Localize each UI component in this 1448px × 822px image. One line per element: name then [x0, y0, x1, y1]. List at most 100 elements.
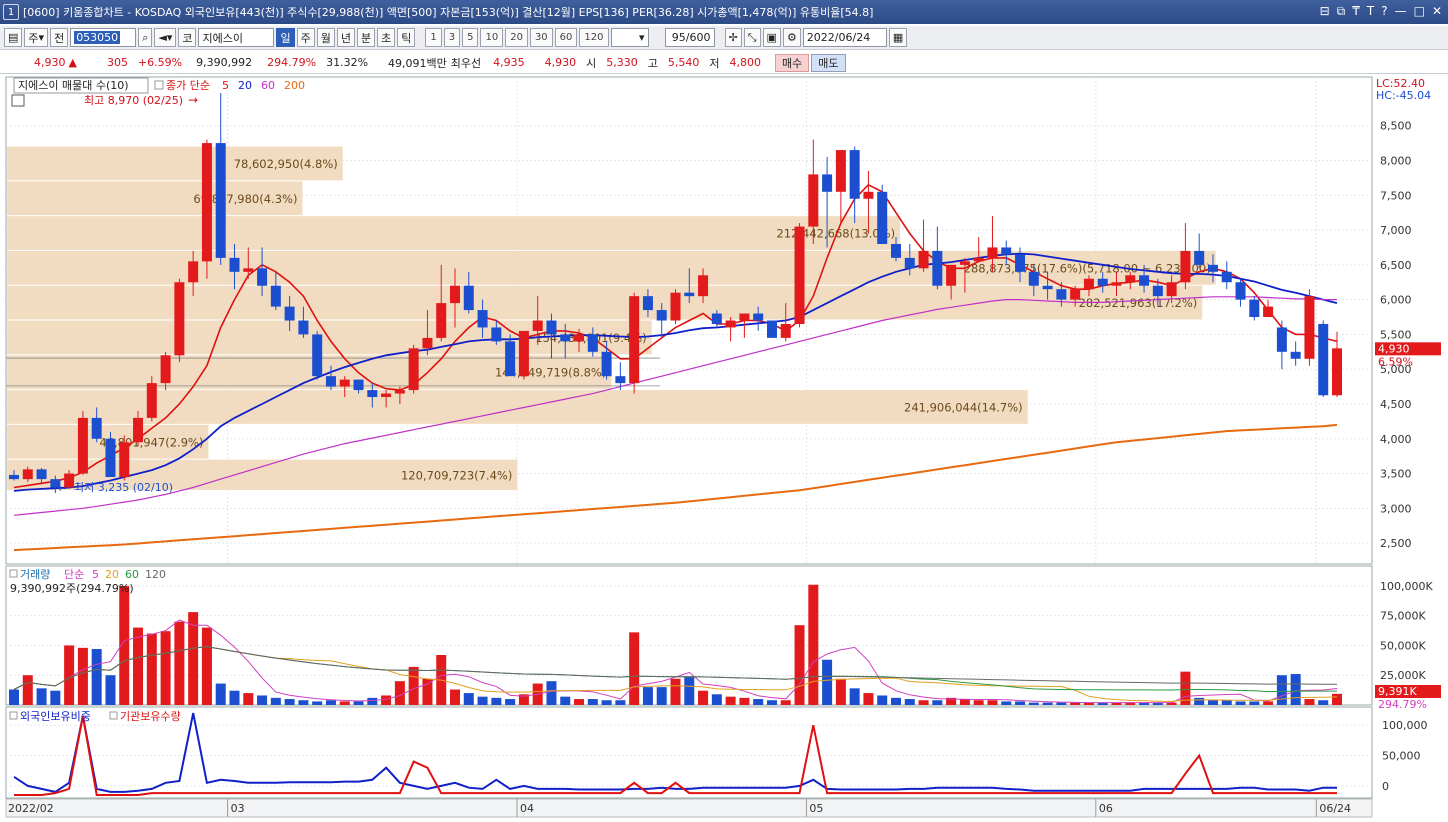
date-axis-label: 06: [1099, 802, 1113, 815]
cascade-icon[interactable]: ⧉: [1337, 4, 1346, 19]
count-input[interactable]: 95/600: [664, 28, 715, 47]
candle-body: [532, 320, 543, 331]
volume-bar: [243, 693, 254, 705]
date-axis-label: 04: [520, 802, 534, 815]
date-input[interactable]: 2022/06/24: [802, 28, 887, 47]
candle-body: [1015, 254, 1026, 272]
volume-bar: [1263, 701, 1274, 705]
legend-period: 200: [284, 79, 305, 92]
interval-60[interactable]: 60: [554, 28, 578, 47]
volume-bar: [766, 700, 777, 705]
low-arrow-icon: ←: [58, 482, 67, 495]
period-tick[interactable]: 틱: [397, 28, 416, 47]
grid-toggle-icon[interactable]: [11, 94, 25, 107]
candle-body: [629, 296, 640, 384]
volume-bar: [229, 690, 240, 705]
volume-bar: [450, 689, 460, 705]
interval-5[interactable]: 5: [462, 28, 479, 47]
window-number[interactable]: 1: [3, 4, 19, 20]
pin-icon[interactable]: ₸: [1352, 4, 1360, 19]
count-total: /600: [685, 31, 711, 44]
minimize-button[interactable]: —: [1395, 4, 1407, 19]
period-day[interactable]: 일: [276, 28, 295, 47]
volume-bar: [987, 700, 998, 705]
candle-body: [973, 257, 984, 262]
chart-settings-icon[interactable]: ▤: [4, 28, 23, 47]
candle-body: [711, 313, 722, 324]
candle-body: [849, 150, 860, 199]
interval-dropdown[interactable]: ▾: [610, 28, 649, 47]
volume-bar: [1015, 701, 1026, 705]
interval-20[interactable]: 20: [505, 28, 528, 47]
volume-bar: [188, 612, 199, 705]
calendar-icon[interactable]: ▦: [888, 28, 908, 47]
candle-body: [36, 469, 47, 480]
candle-body: [987, 247, 998, 258]
price-tick-label: 8,000: [1380, 154, 1412, 167]
help-icon[interactable]: ?: [1381, 4, 1387, 19]
volume-bar: [670, 678, 681, 705]
period-week[interactable]: 주: [296, 28, 315, 47]
candle-body: [877, 191, 888, 244]
candle-body: [1056, 289, 1067, 300]
prev-button[interactable]: 전: [50, 28, 69, 47]
candle-body: [546, 320, 557, 335]
candle-body: [367, 390, 378, 398]
layout-icon[interactable]: ⊟: [1320, 4, 1330, 19]
candle-body: [1221, 271, 1232, 283]
period-minute[interactable]: 분: [356, 28, 376, 47]
price-tick-label: 7,000: [1380, 224, 1412, 237]
crosshair-icon[interactable]: ✢: [724, 28, 742, 47]
date-axis-label: 03: [231, 802, 245, 815]
change-percent: +6.59%: [137, 56, 183, 69]
maximize-button[interactable]: □: [1414, 4, 1425, 19]
volume-bar: [22, 675, 33, 705]
stock-chart[interactable]: 8,5008,0007,5007,0006,5006,0005,5005,000…: [0, 75, 1448, 822]
search-icon[interactable]: ⌕: [138, 28, 153, 47]
close-button[interactable]: ✕: [1432, 4, 1442, 19]
zoom-icon[interactable]: ⤡: [743, 28, 761, 47]
interval-10[interactable]: 10: [480, 28, 504, 47]
date-value: 2022/06/24: [806, 31, 871, 44]
stock-code-input[interactable]: 053050: [70, 28, 137, 47]
gear-icon[interactable]: ⚙: [782, 28, 801, 47]
last-volume-label: 9,391K: [1378, 685, 1417, 698]
interval-30[interactable]: 30: [529, 28, 553, 47]
volume-bar: [505, 699, 516, 705]
buy-button[interactable]: 매수: [775, 53, 810, 72]
chart-type-select[interactable]: 주 ▾: [24, 28, 49, 47]
period-year[interactable]: 년: [336, 28, 355, 47]
interval-1[interactable]: 1: [425, 28, 442, 47]
interval-120[interactable]: 120: [579, 28, 609, 47]
period-month[interactable]: 월: [316, 28, 335, 47]
save-icon[interactable]: ▣: [762, 28, 781, 47]
date-axis: 2022/02 03 04 05 06 06/24: [5, 798, 1373, 818]
trade-amount: 49,091백만: [388, 56, 447, 70]
candle-body: [1194, 250, 1205, 265]
interval-3[interactable]: 3: [443, 28, 461, 47]
period-second[interactable]: 초: [377, 28, 396, 47]
font-icon[interactable]: T: [1367, 4, 1374, 19]
volume-bar: [312, 701, 323, 705]
speaker-icon[interactable]: ◄▾: [154, 28, 177, 47]
candle-body: [560, 334, 571, 342]
volume-legend-period: 20: [105, 568, 119, 581]
date-axis-band: [5, 798, 1373, 818]
volume-tick-label: 100,000K: [1380, 580, 1433, 593]
candle-body: [91, 417, 102, 439]
candle-body: [450, 285, 460, 304]
candle-body: [229, 257, 240, 272]
volume-bar: [1332, 693, 1342, 705]
volume-bar: [284, 699, 295, 705]
volume-bar: [642, 687, 653, 705]
volume-bar: [367, 697, 378, 705]
volume-profile-label: 78,602,950(4.8%): [234, 157, 338, 171]
volume-tick-label: 50,000K: [1380, 639, 1426, 652]
candle-body: [698, 275, 709, 297]
volume-bar: [615, 700, 626, 705]
volume-bar: [477, 696, 488, 705]
candle-body: [1276, 327, 1287, 352]
sell-button[interactable]: 매도: [811, 53, 846, 72]
volume-bar: [959, 699, 970, 705]
candle-body: [518, 330, 529, 377]
